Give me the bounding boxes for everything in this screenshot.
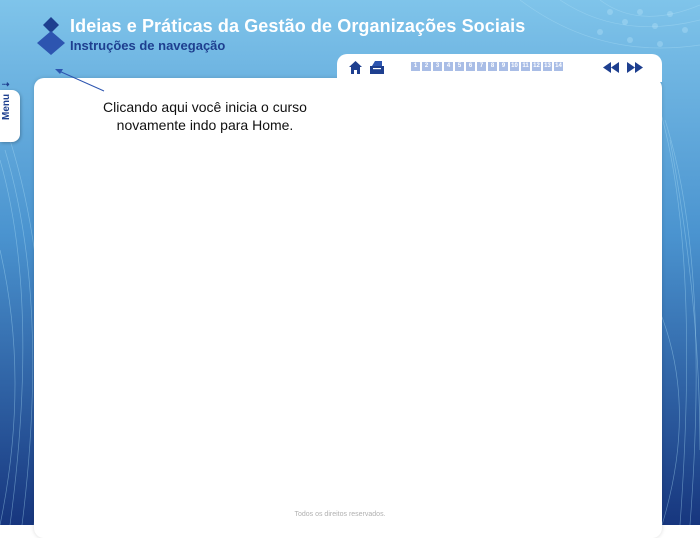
instruction-text: Clicando aqui você inicia o curso novame…	[103, 99, 307, 133]
page-button-4[interactable]: 4	[444, 62, 453, 71]
page-button-2[interactable]: 2	[422, 62, 431, 71]
page-button-3[interactable]: 3	[433, 62, 442, 71]
page-button-13[interactable]: 13	[543, 62, 552, 71]
page-button-7[interactable]: 7	[477, 62, 486, 71]
page-button-9[interactable]: 9	[499, 62, 508, 71]
logo-diamonds	[37, 17, 65, 55]
page-button-5[interactable]: 5	[455, 62, 464, 71]
page-button-11[interactable]: 11	[521, 62, 530, 71]
course-title: Ideias e Práticas da Gestão de Organizaç…	[70, 16, 526, 36]
navigation-toolbar: 1 2 3 4 5 6 7 8 9 10 11 12 13 14	[337, 54, 662, 82]
menu-label: Menu	[1, 93, 12, 120]
page-subtitle: Instruções de navegação	[70, 38, 226, 53]
footer-copyright: Todos os direitos reservados.	[294, 511, 386, 518]
page-button-8[interactable]: 8	[488, 62, 497, 71]
page-button-6[interactable]: 6	[466, 62, 475, 71]
content-panel	[34, 78, 662, 538]
menu-tab[interactable]: Menu ⇣	[0, 81, 20, 142]
index-icon[interactable]	[370, 61, 384, 74]
page-button-1[interactable]: 1	[411, 62, 420, 71]
page-button-14[interactable]: 14	[554, 62, 563, 71]
page-selector: 1 2 3 4 5 6 7 8 9 10 11 12 13 14	[411, 62, 563, 71]
arrow-down-icon: ⇣	[1, 80, 11, 89]
double-right-arrow-icon[interactable]	[627, 62, 643, 73]
page-button-10[interactable]: 10	[510, 62, 519, 71]
page-button-12[interactable]: 12	[532, 62, 541, 71]
home-icon[interactable]	[349, 61, 362, 74]
double-left-arrow-icon[interactable]	[603, 62, 619, 73]
